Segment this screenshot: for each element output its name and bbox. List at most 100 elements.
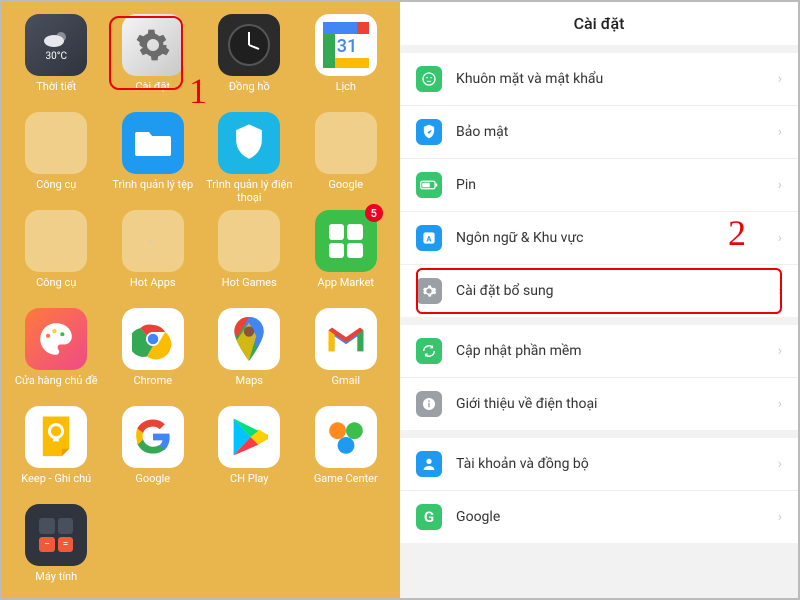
row-battery[interactable]: Pin › bbox=[400, 159, 798, 212]
settings-group-3: Tài khoản và đồng bộ › G Google › bbox=[400, 438, 798, 543]
app-maps[interactable]: Maps bbox=[203, 308, 296, 400]
app-google[interactable]: Google bbox=[107, 406, 200, 498]
app-label: Lịch bbox=[301, 80, 391, 106]
app-chrome[interactable]: Chrome bbox=[107, 308, 200, 400]
app-label: Máy tính bbox=[11, 570, 101, 596]
google-g-icon: G bbox=[424, 508, 434, 526]
row-label: Pin bbox=[456, 177, 778, 193]
maps-pin-icon bbox=[231, 317, 267, 361]
row-label: Tài khoản và đồng bộ bbox=[456, 456, 778, 472]
row-software-update[interactable]: Cập nhật phần mềm › bbox=[400, 325, 798, 378]
battery-icon bbox=[420, 180, 438, 190]
keep-icon bbox=[38, 415, 74, 459]
calculator-icon: − = bbox=[39, 518, 73, 552]
info-icon bbox=[421, 396, 437, 412]
calendar-day: 31 bbox=[337, 36, 357, 57]
gear-icon bbox=[421, 283, 437, 299]
row-about-phone[interactable]: Giới thiệu về điện thoại › bbox=[400, 378, 798, 430]
app-keep[interactable]: Keep - Ghi chú bbox=[10, 406, 103, 498]
app-label: Hot Apps bbox=[108, 276, 198, 302]
folder-tools-1[interactable]: Công cụ bbox=[10, 112, 103, 204]
chevron-right-icon: › bbox=[778, 71, 782, 87]
chevron-right-icon: › bbox=[778, 230, 782, 246]
app-label: Trình quản lý điện thoại bbox=[204, 178, 294, 204]
app-label: Đồng hồ bbox=[204, 80, 294, 106]
clock-icon bbox=[226, 22, 272, 68]
step-number-2: 2 bbox=[728, 212, 746, 254]
play-icon bbox=[230, 417, 268, 457]
app-files[interactable]: Trình quản lý tệp bbox=[107, 112, 200, 204]
gear-icon bbox=[135, 27, 171, 63]
row-accounts-sync[interactable]: Tài khoản và đồng bộ › bbox=[400, 438, 798, 491]
app-label: Game Center bbox=[301, 472, 391, 498]
app-themestore[interactable]: Cửa hàng chủ đề bbox=[10, 308, 103, 400]
chevron-right-icon: › bbox=[778, 283, 782, 299]
app-label: Thời tiết bbox=[11, 80, 101, 106]
app-clock[interactable]: Đồng hồ bbox=[203, 14, 296, 106]
folder-hotgames[interactable]: Hot Games bbox=[203, 210, 296, 302]
app-gmail[interactable]: Gmail bbox=[300, 308, 393, 400]
app-label: Cửa hàng chủ đề bbox=[11, 374, 101, 400]
app-label: Hot Games bbox=[204, 276, 294, 302]
app-label: Keep - Ghi chú bbox=[11, 472, 101, 498]
weather-temp: 30°C bbox=[46, 51, 67, 62]
shield-icon bbox=[231, 123, 267, 163]
app-settings[interactable]: Cài đặt bbox=[107, 14, 200, 106]
chevron-right-icon: › bbox=[778, 124, 782, 140]
grid-icon bbox=[329, 224, 363, 258]
chevron-right-icon: › bbox=[778, 509, 782, 525]
chevron-right-icon: › bbox=[778, 177, 782, 193]
folder-google[interactable]: Google bbox=[300, 112, 393, 204]
app-label: CH Play bbox=[204, 472, 294, 498]
folder-tools-2[interactable]: Công cụ bbox=[10, 210, 103, 302]
google-g-icon bbox=[133, 417, 173, 457]
face-icon bbox=[421, 71, 437, 87]
settings-group-2: Cập nhật phần mềm › Giới thiệu về điện t… bbox=[400, 325, 798, 430]
palette-icon bbox=[37, 320, 75, 358]
row-label: Giới thiệu về điện thoại bbox=[456, 396, 778, 412]
app-label: App Market bbox=[301, 276, 391, 302]
app-appmarket[interactable]: 5 App Market bbox=[300, 210, 393, 302]
folder-hotapps[interactable]: Hot Apps bbox=[107, 210, 200, 302]
row-label: Google bbox=[456, 509, 778, 525]
app-label: Maps bbox=[204, 374, 294, 400]
settings-title: Cài đặt bbox=[400, 2, 798, 45]
app-label: Trình quản lý tệp bbox=[108, 178, 198, 204]
row-google[interactable]: G Google › bbox=[400, 491, 798, 543]
row-label: Cài đặt bổ sung bbox=[456, 283, 778, 299]
app-chplay[interactable]: CH Play bbox=[203, 406, 296, 498]
settings-group-1: Khuôn mặt và mật khẩu › Bảo mật › Pin › … bbox=[400, 53, 798, 317]
app-label: Google bbox=[301, 178, 391, 204]
settings-screen: Cài đặt Khuôn mặt và mật khẩu › Bảo mật … bbox=[400, 2, 798, 598]
row-additional-settings[interactable]: Cài đặt bổ sung › bbox=[400, 265, 798, 317]
app-phone-manager[interactable]: Trình quản lý điện thoại bbox=[203, 112, 296, 204]
row-label: Cập nhật phần mềm bbox=[456, 343, 778, 359]
tutorial-frame: 30°C Thời tiết Cài đặt Đồng hồ bbox=[0, 0, 800, 600]
app-calendar[interactable]: 31 Lịch bbox=[300, 14, 393, 106]
refresh-icon bbox=[421, 343, 437, 359]
row-label: Khuôn mặt và mật khẩu bbox=[456, 71, 778, 87]
notification-badge: 5 bbox=[365, 204, 383, 222]
app-label: Chrome bbox=[108, 374, 198, 400]
app-calculator[interactable]: − = Máy tính bbox=[10, 504, 103, 596]
chevron-right-icon: › bbox=[778, 456, 782, 472]
row-label: Bảo mật bbox=[456, 124, 778, 140]
step-number-1: 1 bbox=[189, 70, 207, 112]
app-label: Cài đặt bbox=[108, 80, 198, 106]
app-label: Gmail bbox=[301, 374, 391, 400]
app-gamecenter[interactable]: Game Center bbox=[300, 406, 393, 498]
shield-icon bbox=[422, 124, 436, 140]
row-security[interactable]: Bảo mật › bbox=[400, 106, 798, 159]
person-icon bbox=[421, 456, 437, 472]
app-label: Công cụ bbox=[11, 276, 101, 302]
row-face-password[interactable]: Khuôn mặt và mật khẩu › bbox=[400, 53, 798, 106]
chevron-right-icon: › bbox=[778, 343, 782, 359]
app-weather[interactable]: 30°C Thời tiết bbox=[10, 14, 103, 106]
svg-text:A: A bbox=[426, 235, 432, 244]
gamecenter-icon bbox=[325, 416, 367, 458]
gmail-icon bbox=[325, 323, 367, 355]
app-label: Công cụ bbox=[11, 178, 101, 204]
app-label: Google bbox=[108, 472, 198, 498]
language-icon: A bbox=[422, 231, 436, 245]
weather-icon bbox=[41, 29, 71, 49]
